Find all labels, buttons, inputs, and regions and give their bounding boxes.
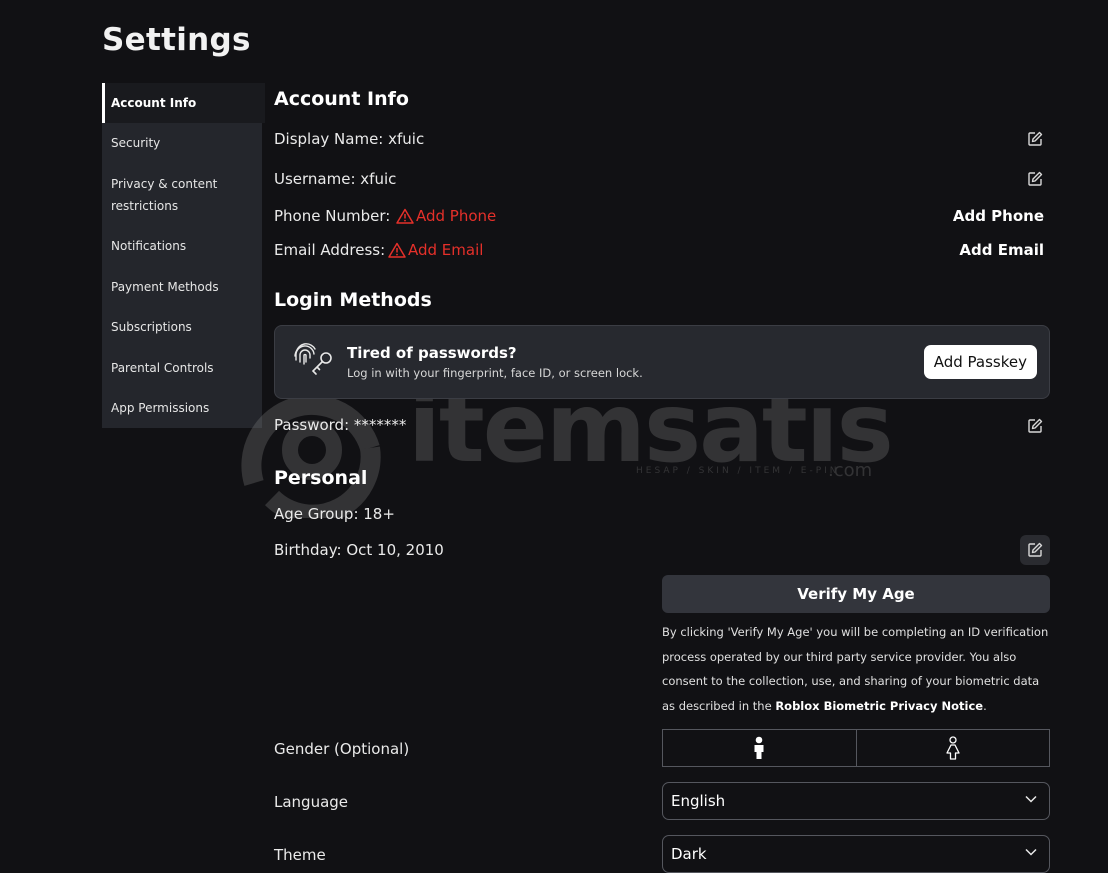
sidebar-item-account-info[interactable]: Account Info (102, 83, 265, 123)
birthday-text: Birthday: Oct 10, 2010 (274, 541, 444, 559)
sidebar-item-label: Subscriptions (111, 320, 192, 334)
theme-label: Theme (274, 846, 326, 864)
phone-warning-text: Add Phone (416, 207, 497, 225)
gender-selector (662, 729, 1050, 767)
sidebar-item-label: App Permissions (111, 401, 210, 415)
sidebar-item-app-permissions[interactable]: App Permissions (102, 385, 262, 425)
sidebar-item-notifications[interactable]: Notifications (102, 225, 262, 265)
sidebar-item-label-line2: restrictions (111, 199, 179, 213)
login-methods-heading: Login Methods (274, 289, 432, 311)
sidebar-item-label: Parental Controls (111, 361, 214, 375)
edit-password-button[interactable] (1020, 411, 1050, 441)
page-title: Settings (102, 22, 251, 58)
edit-icon (1028, 131, 1043, 146)
theme-select[interactable]: Dark (662, 835, 1050, 873)
watermark-subtext: HESAP / SKIN / ITEM / E-PIN (636, 466, 840, 476)
fingerprint-key-icon (291, 340, 339, 384)
edit-display-name-button[interactable] (1020, 124, 1050, 154)
sidebar-item-privacy[interactable]: Privacy & content restrictions (102, 163, 262, 225)
personal-heading: Personal (274, 467, 368, 489)
language-value: English (671, 792, 726, 810)
sidebar-item-security[interactable]: Security (102, 123, 262, 163)
sidebar-item-label: Account Info (111, 96, 197, 110)
sidebar-item-subscriptions[interactable]: Subscriptions (102, 305, 262, 345)
add-passkey-button[interactable]: Add Passkey (923, 345, 1037, 379)
email-warning-text: Add Email (408, 241, 484, 259)
passkey-card: Tired of passwords? Log in with your fin… (274, 325, 1050, 399)
verify-my-age-button[interactable]: Verify My Age (662, 575, 1050, 613)
theme-value: Dark (671, 845, 707, 863)
email-warning: Add Email (388, 241, 483, 262)
verify-age-disclaimer: By clicking 'Verify My Age' you will be … (662, 620, 1054, 718)
edit-icon (1028, 418, 1043, 433)
language-label: Language (274, 793, 349, 811)
sidebar-item-label: Privacy & content (111, 177, 218, 191)
sidebar-item-parental-controls[interactable]: Parental Controls (102, 345, 262, 385)
username-text: Username: xfuic (274, 170, 397, 188)
passkey-subtitle: Log in with your fingerprint, face ID, o… (347, 366, 643, 380)
chevron-down-icon (1025, 795, 1037, 803)
warning-icon (396, 208, 414, 228)
gender-male-option[interactable] (663, 730, 856, 766)
verify-note-end: . (983, 698, 987, 713)
female-icon (946, 736, 960, 760)
chevron-down-icon (1025, 848, 1037, 856)
warning-icon (388, 242, 406, 262)
edit-icon (1028, 542, 1043, 557)
gender-label: Gender (Optional) (274, 740, 410, 758)
password-text: Password: ******* (274, 416, 407, 434)
language-select[interactable]: English (662, 782, 1050, 820)
display-name-text: Display Name: xfuic (274, 130, 425, 148)
passkey-title: Tired of passwords? (347, 344, 517, 362)
sidebar-item-label: Payment Methods (111, 280, 219, 294)
edit-birthday-button[interactable] (1020, 535, 1050, 565)
add-phone-button[interactable]: Add Phone (953, 207, 1044, 225)
age-group-text: Age Group: 18+ (274, 505, 395, 523)
phone-warning: Add Phone (396, 207, 496, 228)
biometric-privacy-notice-link[interactable]: Roblox Biometric Privacy Notice (775, 699, 983, 713)
account-info-heading: Account Info (274, 88, 409, 110)
email-address-label: Email Address: (274, 241, 386, 259)
sidebar-item-label: Notifications (111, 239, 187, 253)
sidebar-item-label: Security (111, 136, 161, 150)
edit-icon (1028, 171, 1043, 186)
gender-female-option[interactable] (855, 730, 1050, 766)
settings-sidebar: Account Info Security Privacy & content … (102, 83, 265, 428)
male-icon (754, 736, 764, 759)
edit-username-button[interactable] (1020, 164, 1050, 194)
add-email-button[interactable]: Add Email (959, 241, 1044, 259)
sidebar-item-payment-methods[interactable]: Payment Methods (102, 265, 262, 305)
phone-number-label: Phone Number: (274, 207, 391, 225)
watermark-suffix: .com (828, 460, 873, 481)
